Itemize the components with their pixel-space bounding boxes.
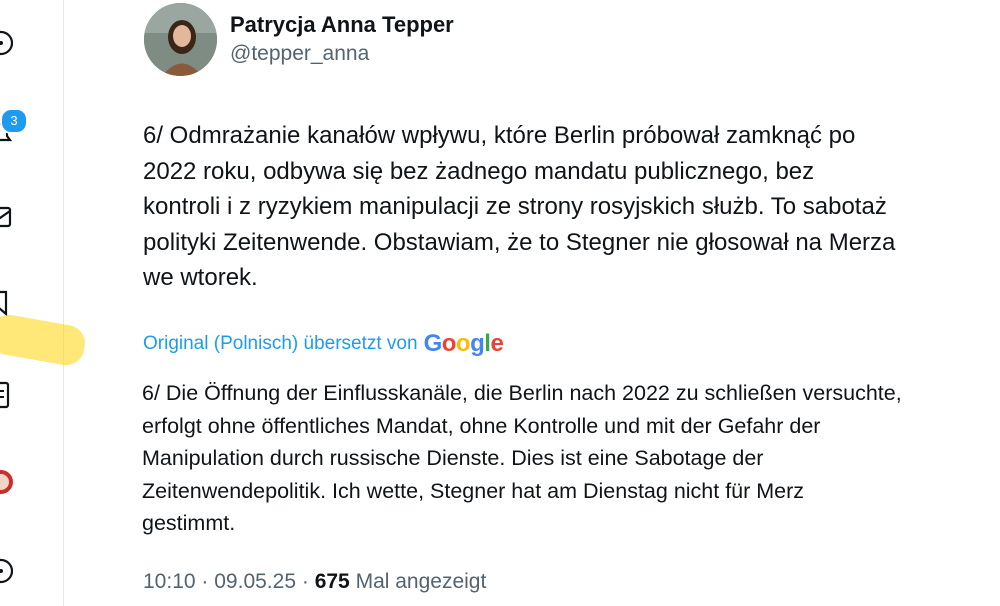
- bookmarks-icon[interactable]: [0, 288, 20, 318]
- messages-envelope-icon[interactable]: [0, 202, 20, 232]
- translated-text: 6/ Die Öffnung der Einflusskanäle, die B…: [142, 381, 902, 535]
- meta-separator: ·: [201, 570, 209, 593]
- profile-avatar-icon[interactable]: [0, 467, 20, 497]
- left-nav-rail: 3: [0, 0, 88, 606]
- translation-attribution[interactable]: Original (Polnisch) übersetzt von Google: [143, 330, 504, 358]
- more-circle-icon[interactable]: [0, 28, 20, 58]
- meta-separator: ·: [301, 570, 309, 593]
- google-logo: Google: [423, 330, 504, 357]
- yellow-highlighter-mark: [0, 312, 88, 368]
- tweet-date[interactable]: 09.05.25: [214, 570, 296, 593]
- author-name[interactable]: Patrycja Anna Tepper: [230, 12, 454, 38]
- lists-icon[interactable]: [0, 380, 20, 410]
- view-count-label: Mal angezeigt: [355, 570, 487, 593]
- translation-label: Original (Polnisch) übersetzt von: [143, 333, 418, 354]
- author-handle[interactable]: @tepper_anna: [230, 42, 369, 66]
- tweet-text: 6/ Odmrażanie kanałów wpływu, które Berl…: [143, 122, 896, 291]
- more-options-icon[interactable]: [0, 556, 20, 586]
- notification-count-badge: 3: [0, 108, 28, 134]
- tweet-meta: 10:10 · 09.05.25 · 675 Mal angezeigt: [143, 570, 486, 594]
- tweet-time[interactable]: 10:10: [143, 570, 196, 593]
- view-count: 675: [314, 570, 350, 593]
- author-avatar[interactable]: [144, 3, 217, 76]
